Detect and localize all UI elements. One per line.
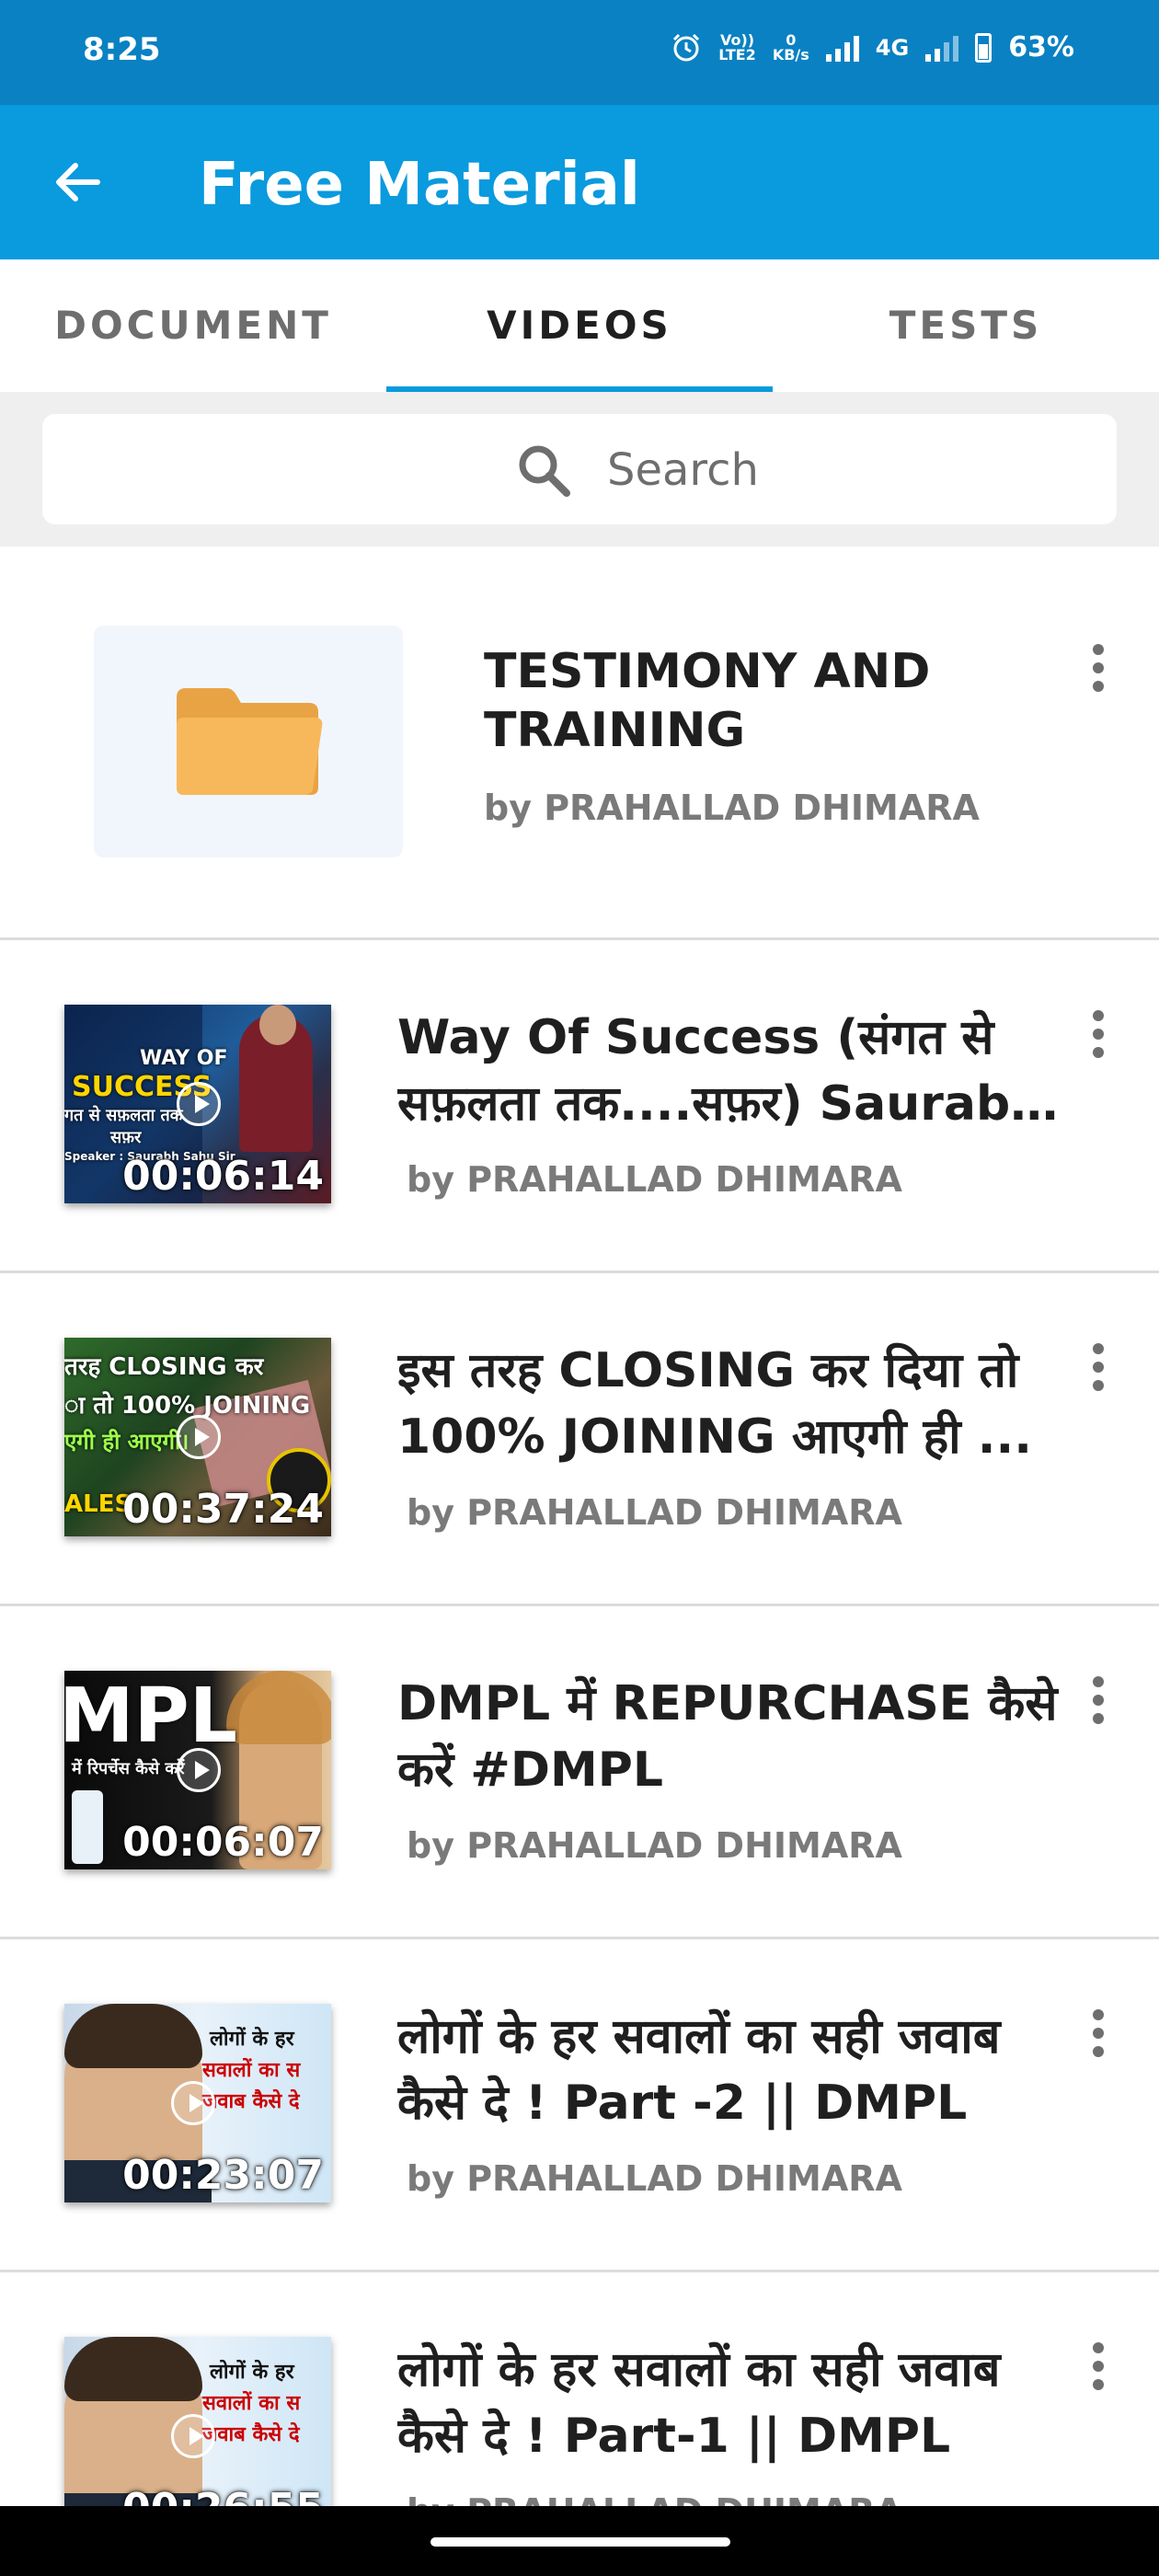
video-duration: 00:37:24 <box>122 1486 324 1533</box>
more-options-icon[interactable] <box>1093 644 1106 696</box>
video-item[interactable]: लोगों के हर सवालों का स जवाब कैसे दे 00:… <box>0 1939 1159 2272</box>
video-title: लोगों के हर सवालों का सही जवाब कैसे दे !… <box>397 2342 1001 2464</box>
video-thumbnail: लोगों के हर सवालों का स जवाब कैसे दे 00:… <box>64 2337 331 2506</box>
more-options-icon[interactable] <box>1093 1010 1106 1062</box>
tab-videos[interactable]: VIDEOS <box>386 259 773 392</box>
more-options-icon[interactable] <box>1093 1676 1106 1728</box>
video-item[interactable]: MPL में रिपर्चेस कैसे करें 00:06:07 DMPL… <box>0 1606 1159 1939</box>
video-duration: 00:06:07 <box>122 1819 324 1866</box>
video-title: इस तरह CLOSING कर दिया तो 100% JOINING आ… <box>397 1343 1033 1465</box>
video-thumbnail: MPL में रिपर्चेस कैसे करें 00:06:07 <box>64 1671 331 1869</box>
back-arrow-icon[interactable] <box>48 153 107 212</box>
video-item[interactable]: WAY OF SUCCESS गत से सफ़लता तक सफ़र Spea… <box>0 940 1159 1273</box>
status-bar: 8:25 Vo)) LTE2 0 KB/s 4G 63% <box>0 0 1159 105</box>
play-icon <box>171 2414 215 2458</box>
video-title: DMPL में REPURCHASE कैसे करें #DMPL <box>397 1676 1058 1798</box>
thumbnail-caption: लोगों के हर <box>210 2028 294 2051</box>
battery-icon <box>975 32 993 63</box>
tab-bar: DOCUMENT VIDEOS TESTS <box>0 259 1159 392</box>
thumbnail-caption: गत से सफ़लता तक <box>64 1106 183 1125</box>
more-options-icon[interactable] <box>1093 1343 1106 1395</box>
home-gesture-handle[interactable] <box>430 2537 730 2547</box>
video-thumbnail: तरह CLOSING कर ा तो 100% JOINING एगी ही … <box>64 1338 331 1536</box>
search-box[interactable] <box>42 414 1117 524</box>
video-item[interactable]: तरह CLOSING कर ा तो 100% JOINING एगी ही … <box>0 1273 1159 1606</box>
thumbnail-caption: लोगों के हर <box>210 2361 294 2384</box>
thumbnail-caption: जवाब कैसे दे <box>202 2423 300 2446</box>
signal-strength-icon-2 <box>925 34 959 62</box>
video-duration: 00:26:55 <box>122 2485 324 2506</box>
app-bar: Free Material <box>0 105 1159 259</box>
video-thumbnail: लोगों के हर सवालों का स जवाब कैसे दे 00:… <box>64 2004 331 2202</box>
video-author: by PRAHALLAD DHIMARA <box>407 2158 902 2199</box>
play-icon <box>171 2081 215 2125</box>
tab-tests[interactable]: TESTS <box>773 259 1159 392</box>
search-area <box>0 392 1159 546</box>
status-icons: Vo)) LTE2 0 KB/s 4G 63% <box>671 31 1074 63</box>
play-icon <box>177 1082 221 1126</box>
tab-document[interactable]: DOCUMENT <box>0 259 386 392</box>
material-list: TESTIMONY AND TRAINING by PRAHALLAD DHIM… <box>0 546 1159 2506</box>
play-icon <box>177 1415 221 1459</box>
signal-strength-icon <box>825 34 859 62</box>
folder-item[interactable]: TESTIMONY AND TRAINING by PRAHALLAD DHIM… <box>0 546 1159 940</box>
search-input[interactable] <box>607 438 975 502</box>
folder-author: by PRAHALLAD DHIMARA <box>484 788 980 828</box>
status-time: 8:25 <box>83 31 161 68</box>
play-icon <box>177 1748 221 1792</box>
more-options-icon[interactable] <box>1093 2342 1106 2394</box>
thumbnail-caption: सवालों का स <box>202 2059 301 2082</box>
more-options-icon[interactable] <box>1093 2009 1106 2061</box>
video-author: by PRAHALLAD DHIMARA <box>407 1159 902 1200</box>
network-type: 4G <box>875 34 910 61</box>
thumbnail-caption: जवाब कैसे दे <box>202 2090 300 2113</box>
system-nav-bar <box>0 2506 1159 2576</box>
folder-thumbnail <box>94 626 403 857</box>
alarm-icon <box>673 33 700 61</box>
video-item[interactable]: लोगों के हर सवालों का स जवाब कैसे दे 00:… <box>0 2272 1159 2506</box>
video-duration: 00:06:14 <box>122 1153 324 1200</box>
video-author: by PRAHALLAD DHIMARA <box>407 1825 902 1866</box>
thumbnail-caption: तरह CLOSING कर <box>64 1353 264 1381</box>
data-speed-indicator: 0 KB/s <box>772 30 809 63</box>
video-title: लोगों के हर सवालों का सही जवाब कैसे दे !… <box>397 2009 1001 2131</box>
thumbnail-caption: WAY OF <box>140 1047 228 1070</box>
video-thumbnail: WAY OF SUCCESS गत से सफ़लता तक सफ़र Spea… <box>64 1005 331 1203</box>
video-author: by PRAHALLAD DHIMARA <box>407 2491 902 2506</box>
video-duration: 00:23:07 <box>122 2152 324 2199</box>
thumbnail-caption: MPL <box>64 1673 237 1760</box>
thumbnail-caption: ा तो 100% JOINING <box>64 1392 311 1420</box>
search-icon <box>519 445 570 497</box>
folder-icon <box>177 688 323 795</box>
volte-indicator: Vo)) LTE2 <box>718 30 756 63</box>
thumbnail-caption: में रिपर्चेस कैसे करें <box>72 1759 185 1778</box>
video-title: Way Of Success (संगत से सफ़लता तक....सफ़… <box>397 1010 1045 1132</box>
page-title: Free Material <box>199 151 640 219</box>
video-author: by PRAHALLAD DHIMARA <box>407 1492 902 1533</box>
thumbnail-caption: सफ़र <box>110 1128 142 1147</box>
thumbnail-caption: एगी ही आएगी। <box>64 1429 189 1455</box>
battery-level: 63% <box>1008 31 1074 63</box>
folder-title: TESTIMONY AND TRAINING <box>484 644 931 758</box>
thumbnail-caption: सवालों का स <box>202 2392 301 2415</box>
